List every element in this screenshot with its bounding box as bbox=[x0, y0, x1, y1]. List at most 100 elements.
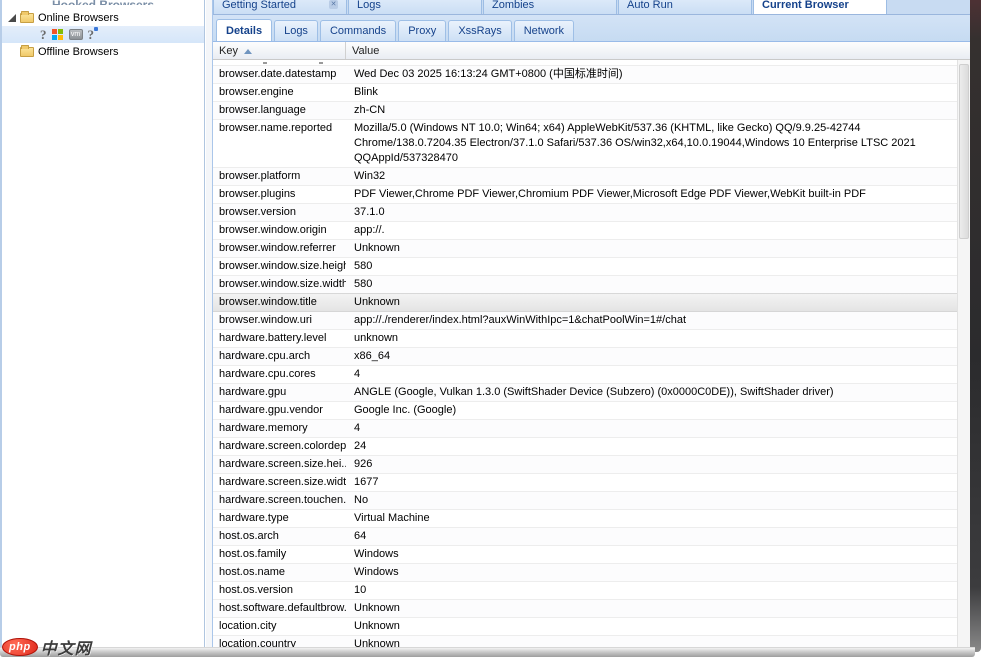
value-cell: 37.1.0 bbox=[346, 204, 957, 221]
value-cell: app://./renderer/index.html?auxWinWithIp… bbox=[346, 312, 957, 329]
key-cell: hardware.screen.size.width bbox=[213, 474, 346, 491]
key-cell: hardware.type bbox=[213, 510, 346, 527]
key-cell: hardware.cpu.arch bbox=[213, 348, 346, 365]
tab-label: Auto Run bbox=[627, 0, 673, 11]
table-row[interactable]: hardware.gpuANGLE (Google, Vulkan 1.3.0 … bbox=[213, 384, 957, 402]
value-cell: 4 bbox=[346, 420, 957, 437]
key-cell: browser.window.referrer bbox=[213, 240, 346, 257]
table-row[interactable]: browser.version37.1.0 bbox=[213, 204, 957, 222]
tab-auto-run[interactable]: Auto Run bbox=[618, 0, 752, 15]
tab-label: Zombies bbox=[492, 0, 534, 11]
table-row[interactable]: browser.name.reportedMozilla/5.0 (Window… bbox=[213, 120, 957, 168]
key-cell: browser.date.datestamp bbox=[213, 66, 346, 83]
key-cell: host.os.arch bbox=[213, 528, 346, 545]
table-row[interactable]: browser.window.size.height580 bbox=[213, 258, 957, 276]
php-logo-badge: php bbox=[2, 638, 38, 656]
scrollbar-thumb[interactable] bbox=[959, 64, 969, 239]
key-cell: hardware.cpu.cores bbox=[213, 366, 346, 383]
table-row[interactable]: hardware.screen.size.width1677 bbox=[213, 474, 957, 492]
subtab-details[interactable]: Details bbox=[216, 19, 272, 41]
table-row[interactable]: host.os.nameWindows bbox=[213, 564, 957, 582]
tab-logs[interactable]: Logs bbox=[348, 0, 482, 15]
value-cell: Mozilla/5.0 (Windows NT 10.0; Win64; x64… bbox=[346, 120, 957, 167]
value-cell: Windows bbox=[346, 564, 957, 581]
vertical-scrollbar[interactable] bbox=[957, 60, 970, 647]
table-row[interactable]: browser.window.originapp://. bbox=[213, 222, 957, 240]
value-cell: No bbox=[346, 492, 957, 509]
key-cell: browser.window.size.width bbox=[213, 276, 346, 293]
value-cell: 926 bbox=[346, 456, 957, 473]
table-row[interactable]: location.countryUnknown bbox=[213, 636, 957, 647]
table-row[interactable]: host.os.familyWindows bbox=[213, 546, 957, 564]
table-row[interactable]: hardware.battery.levelunknown bbox=[213, 330, 957, 348]
value-cell: unknown bbox=[346, 330, 957, 347]
key-cell: location.city bbox=[213, 618, 346, 635]
hooked-browser-icons: ? vm ? bbox=[40, 29, 94, 41]
subtab-proxy[interactable]: Proxy bbox=[398, 20, 446, 41]
value-cell: ANGLE (Google, Vulkan 1.3.0 (SwiftShader… bbox=[346, 384, 957, 401]
tab-label: Logs bbox=[357, 0, 381, 11]
table-row[interactable]: hardware.typeVirtual Machine bbox=[213, 510, 957, 528]
value-cell: Windows bbox=[346, 546, 957, 563]
question-badge-icon: ? bbox=[88, 29, 95, 41]
tab-getting-started[interactable]: Getting Started ✕ bbox=[213, 0, 347, 15]
tab-current-browser[interactable]: Current Browser bbox=[753, 0, 887, 15]
key-cell: host.os.family bbox=[213, 546, 346, 563]
hooked-browsers-panel: Hooked Browsers Online Browsers ? vm ? O… bbox=[0, 0, 205, 648]
main-panel: Getting Started ✕ Logs Zombies Auto Run Curre… bbox=[212, 0, 970, 648]
table-row[interactable]: browser.window.size.width580 bbox=[213, 276, 957, 294]
value-cell: 4 bbox=[346, 366, 957, 383]
column-header-key[interactable]: Key bbox=[213, 42, 346, 59]
table-row[interactable]: location.cityUnknown bbox=[213, 618, 957, 636]
column-header-value[interactable]: Value bbox=[346, 42, 970, 59]
value-cell: 580 bbox=[346, 258, 957, 275]
tree-node-offline-browsers[interactable]: Offline Browsers bbox=[2, 43, 204, 60]
subtab-logs[interactable]: Logs bbox=[274, 20, 318, 41]
table-row[interactable]: browser.languagezh-CN bbox=[213, 102, 957, 120]
table-row[interactable]: browser.date.datestampWed Dec 03 2025 16… bbox=[213, 66, 957, 84]
table-row[interactable]: browser.window.titleUnknown bbox=[213, 293, 957, 312]
key-cell: hardware.screen.size.hei... bbox=[213, 456, 346, 473]
clipped-row bbox=[213, 60, 957, 66]
value-cell: Unknown bbox=[346, 618, 957, 635]
expand-caret-icon[interactable] bbox=[8, 14, 16, 22]
grid-body: browser.date.datestampWed Dec 03 2025 16… bbox=[213, 60, 957, 647]
value-cell: Unknown bbox=[346, 636, 957, 647]
watermark-text: 中文网 bbox=[41, 635, 92, 659]
question-icon: ? bbox=[40, 29, 47, 41]
table-row[interactable]: host.os.arch64 bbox=[213, 528, 957, 546]
table-row[interactable]: browser.pluginsPDF Viewer,Chrome PDF Vie… bbox=[213, 186, 957, 204]
table-row[interactable]: browser.window.referrerUnknown bbox=[213, 240, 957, 258]
table-row[interactable]: host.os.version10 bbox=[213, 582, 957, 600]
tab-label: Getting Started bbox=[222, 0, 296, 11]
tree-node-label: Offline Browsers bbox=[38, 46, 119, 58]
table-row[interactable]: hardware.memory4 bbox=[213, 420, 957, 438]
table-row[interactable]: browser.platformWin32 bbox=[213, 168, 957, 186]
value-cell: Unknown bbox=[346, 294, 957, 311]
table-row[interactable]: hardware.gpu.vendorGoogle Inc. (Google) bbox=[213, 402, 957, 420]
table-row[interactable]: hardware.screen.touchen...No bbox=[213, 492, 957, 510]
key-cell: browser.window.origin bbox=[213, 222, 346, 239]
table-row[interactable]: hardware.cpu.archx86_64 bbox=[213, 348, 957, 366]
key-cell: browser.name.reported bbox=[213, 120, 346, 167]
table-row[interactable]: browser.window.uriapp://./renderer/index… bbox=[213, 312, 957, 330]
subtab-network[interactable]: Network bbox=[514, 20, 574, 41]
table-row[interactable]: browser.engineBlink bbox=[213, 84, 957, 102]
table-row[interactable]: hardware.cpu.cores4 bbox=[213, 366, 957, 384]
folder-closed-icon bbox=[20, 47, 34, 57]
tab-close-icon[interactable]: ✕ bbox=[329, 0, 338, 9]
table-row[interactable]: hardware.screen.colordepth24 bbox=[213, 438, 957, 456]
subtab-commands[interactable]: Commands bbox=[320, 20, 396, 41]
tab-zombies[interactable]: Zombies bbox=[483, 0, 617, 15]
key-cell: hardware.gpu.vendor bbox=[213, 402, 346, 419]
tree-node-hooked-browser[interactable]: ? vm ? bbox=[2, 26, 204, 43]
value-cell: Win32 bbox=[346, 168, 957, 185]
table-row[interactable]: host.software.defaultbrow...Unknown bbox=[213, 600, 957, 618]
browser-sub-tab-bar: DetailsLogsCommandsProxyXssRaysNetwork bbox=[213, 15, 970, 42]
key-cell: hardware.screen.colordepth bbox=[213, 438, 346, 455]
value-cell: 10 bbox=[346, 582, 957, 599]
folder-open-icon bbox=[20, 13, 34, 23]
tree-node-online-browsers[interactable]: Online Browsers bbox=[2, 9, 204, 26]
subtab-xssrays[interactable]: XssRays bbox=[448, 20, 511, 41]
table-row[interactable]: hardware.screen.size.hei...926 bbox=[213, 456, 957, 474]
